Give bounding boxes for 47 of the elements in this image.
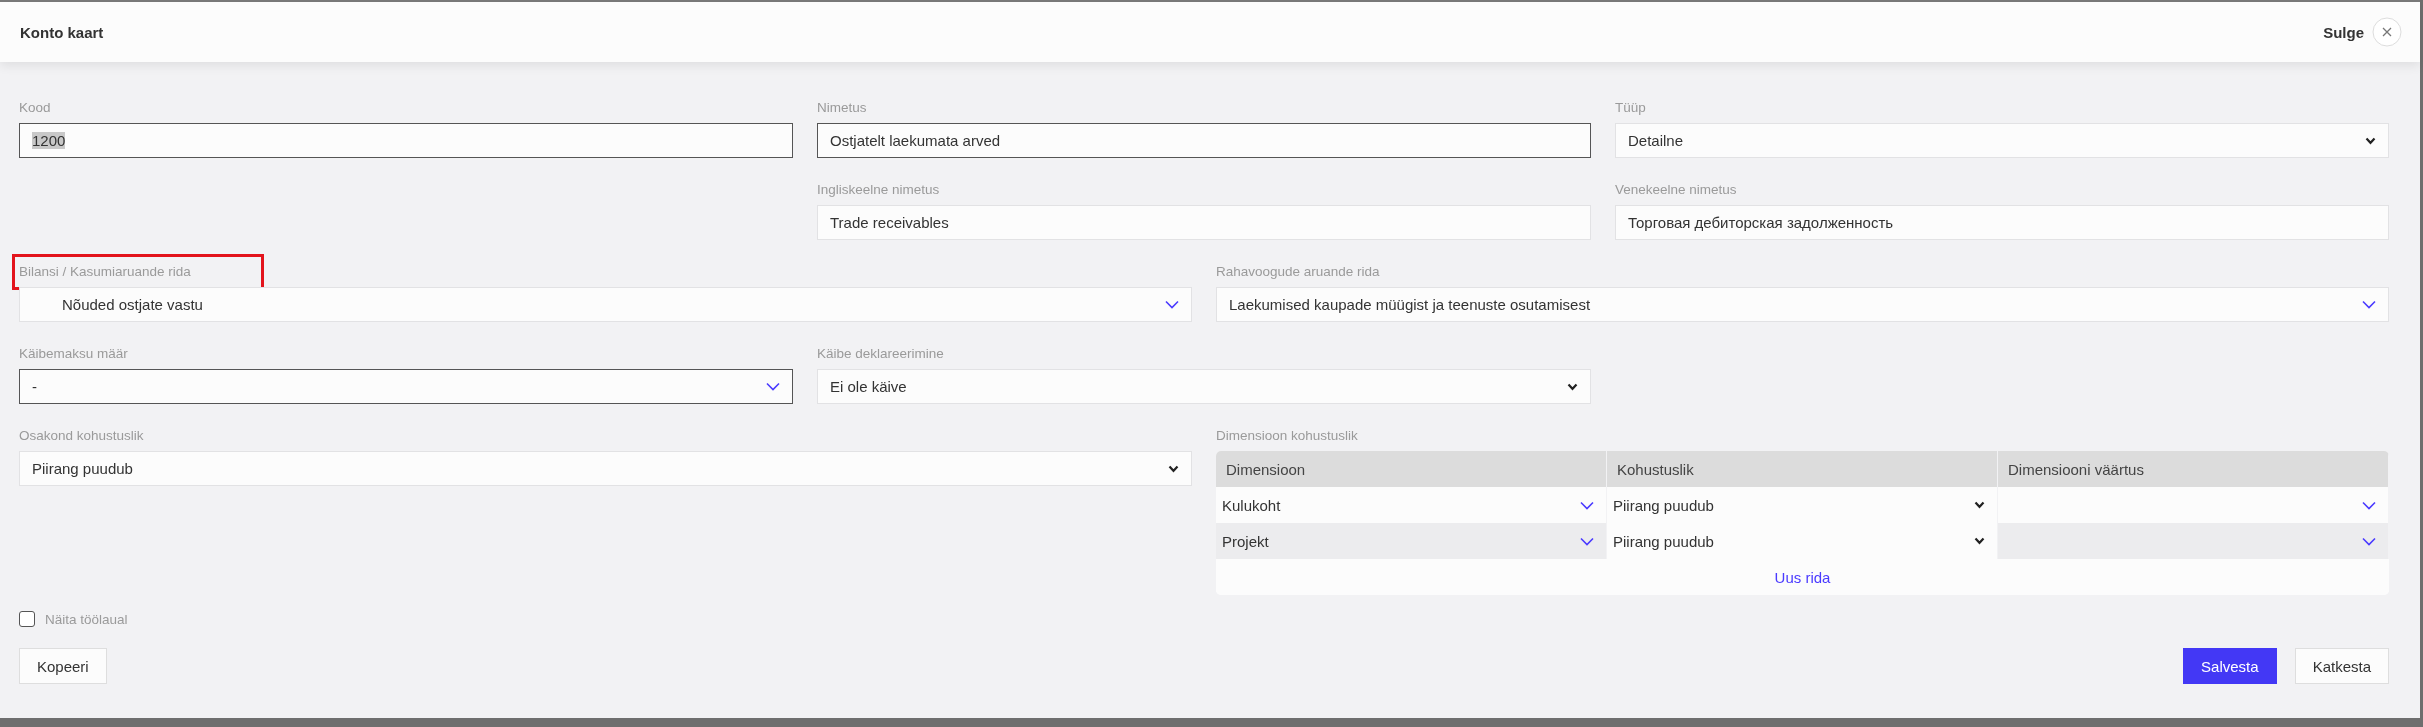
select-field[interactable]: Ei ole käive xyxy=(817,369,1591,404)
selected-text: 1200 xyxy=(32,132,66,149)
dropdown-field[interactable]: Laekumised kaupade müügist ja teenuste osutamisest xyxy=(1216,287,2389,322)
save-button[interactable]: Salvesta xyxy=(2183,648,2277,684)
window-title: Konto kaart xyxy=(20,23,104,41)
checkbox-label: Näita töölaual xyxy=(45,611,128,627)
field-label: Rahavoogude aruande rida xyxy=(1216,263,1380,281)
field-label: Käibe deklareerimine xyxy=(817,345,944,363)
dropdown-field[interactable]: Nõuded ostjate vastu xyxy=(19,287,1192,322)
action-button[interactable]: Katkesta xyxy=(2294,648,2389,684)
select-field[interactable]: Detailne xyxy=(1615,123,2389,158)
field-label: Osakond kohustuslik xyxy=(19,427,144,445)
chevron-down-icon xyxy=(2362,300,2376,309)
dropdown-field[interactable]: - xyxy=(19,369,793,404)
field-label: Venekeelne nimetus xyxy=(1615,181,1737,199)
chevron-down-icon xyxy=(1567,382,1578,391)
chevron-down-icon xyxy=(1974,501,1985,509)
select-field[interactable]: Piirang puudub xyxy=(19,451,1192,486)
chevron-down-icon xyxy=(2362,536,2376,546)
text-field[interactable]: Торговая дебиторская задолженность xyxy=(1615,205,2389,240)
chevron-down-icon xyxy=(2362,500,2376,510)
field-label: Kood xyxy=(19,99,51,117)
field-label: Bilansi / Kasumiaruande rida xyxy=(15,257,261,287)
field-label: Käibemaksu määr xyxy=(19,345,128,363)
checkbox[interactable] xyxy=(19,611,35,627)
field-label: Dimensioon kohustuslik xyxy=(1216,427,1358,445)
column-header: Dimensioon xyxy=(1216,451,1607,487)
field-label: Nimetus xyxy=(817,99,867,117)
close-icon[interactable] xyxy=(2372,17,2402,47)
column-header: Kohustuslik xyxy=(1607,451,1998,487)
text-field[interactable]: Ostjatelt laekumata arved xyxy=(817,123,1591,158)
text-field[interactable]: 1200 xyxy=(19,123,793,158)
chevron-down-icon xyxy=(1580,500,1594,510)
chevron-down-icon xyxy=(1168,464,1179,473)
text-field[interactable]: Trade receivables xyxy=(817,205,1591,240)
dropdown-field[interactable]: Projekt xyxy=(1216,523,1607,559)
field-label: Tüüp xyxy=(1615,99,1646,117)
close-button[interactable]: Sulge xyxy=(2323,17,2402,47)
dropdown-field[interactable] xyxy=(1998,523,2389,559)
column-header: Dimensiooni väärtus xyxy=(1998,451,2389,487)
chevron-down-icon xyxy=(1580,536,1594,546)
action-button[interactable]: Kopeeri xyxy=(19,648,107,684)
chevron-down-icon xyxy=(766,382,780,391)
chevron-down-icon xyxy=(2365,136,2376,145)
field-label: Ingliskeelne nimetus xyxy=(817,181,940,199)
chevron-down-icon xyxy=(1165,300,1179,309)
chevron-down-icon xyxy=(1974,537,1985,545)
